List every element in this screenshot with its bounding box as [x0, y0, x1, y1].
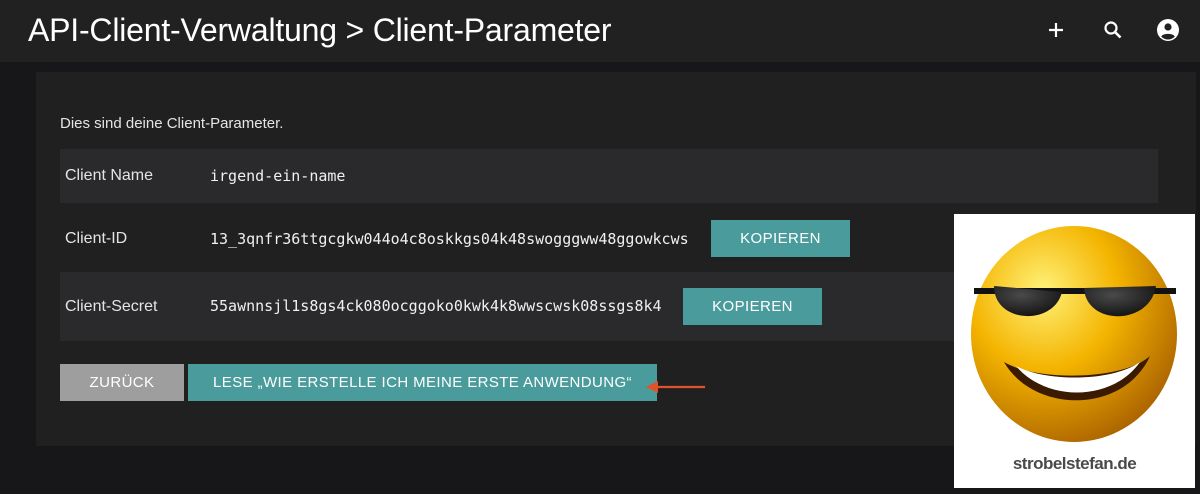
client-name-value: irgend-ein-name	[210, 167, 346, 185]
app-bar: API-Client-Verwaltung > Client-Parameter	[0, 0, 1200, 62]
client-id-value: 13_3qnfr36ttgcgkw044o4c8oskkgs04k48swogg…	[210, 230, 689, 248]
client-secret-label: Client-Secret	[65, 298, 158, 315]
watermark-text: strobelstefan.de	[1012, 454, 1137, 473]
pointer-arrow-icon	[646, 381, 705, 393]
sunglasses-smiley-icon	[971, 226, 1177, 442]
back-button[interactable]: ZURÜCK	[60, 364, 184, 401]
client-secret-value: 55awnnsjl1s8gs4ck080ocggoko0kwk4k8wwscws…	[210, 297, 662, 315]
client-name-label: Client Name	[65, 167, 154, 184]
read-first-app-guide-button[interactable]: LESE „WIE ERSTELLE ICH MEINE ERSTE ANWEN…	[188, 364, 657, 401]
copy-client-secret-button[interactable]: KOPIEREN	[683, 288, 822, 325]
client-name-row: Client Name irgend-ein-name	[60, 149, 1158, 203]
client-id-label: Client-ID	[65, 230, 128, 247]
search-icon[interactable]	[1101, 18, 1125, 42]
add-icon[interactable]	[1044, 18, 1068, 42]
page-title: API-Client-Verwaltung > Client-Parameter	[28, 12, 612, 48]
intro-text: Dies sind deine Client-Parameter.	[60, 115, 284, 132]
copy-client-id-button[interactable]: KOPIEREN	[711, 220, 850, 257]
watermark: strobelstefan.de	[954, 214, 1195, 488]
account-icon[interactable]	[1156, 18, 1180, 42]
